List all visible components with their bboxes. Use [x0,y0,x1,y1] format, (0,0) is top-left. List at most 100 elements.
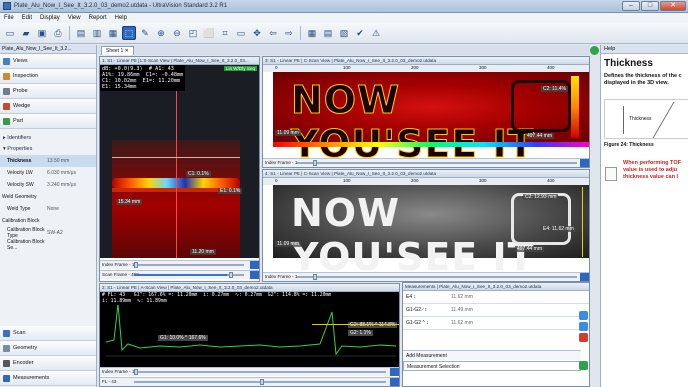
cursor-tool-icon[interactable]: ⬚ [122,26,136,40]
cscan2-index-frame[interactable]: Index Frame - 1 [263,272,589,281]
zoom-rect-icon[interactable]: ◰ [186,26,200,40]
ascan-index-slider[interactable] [134,369,138,375]
table-view-icon[interactable]: ▤ [321,26,335,40]
help-warning: When performing TOF value is used to adj… [623,160,681,180]
prop-weld-geometry[interactable]: Weld Geometry [0,191,96,203]
prop-calibration-block[interactable]: Calibration Block [0,215,96,227]
probe-icon [3,87,10,95]
layout-grid-icon[interactable]: ▥ [90,26,104,40]
layout-icon[interactable]: ▤ [74,26,88,40]
nav-probe[interactable]: Probe [0,84,96,99]
measurement-selection-dropdown[interactable]: Measurement Selection [403,361,581,371]
grid-view-icon[interactable]: ▦ [305,26,319,40]
nav-scan[interactable]: Scan [0,326,96,341]
inspection-icon [3,72,10,80]
menu-bar: File Edit Display View Report Help [0,13,688,23]
measurements-title: Measurements | Plate_Alu_Now_I_See_It_3.… [403,283,589,291]
ascan-index-frame[interactable]: Index Frame - 1 [100,367,399,376]
nav-geometry[interactable]: Geometry [0,341,96,356]
close-button[interactable]: ✕ [660,1,686,11]
minimize-button[interactable]: – [622,1,640,11]
cscan1-top-ruler: 0 100 200 300 400 [263,65,589,72]
cscan1-index-go[interactable] [580,159,589,167]
help-figure-caption: Figure 24: Thickness [604,142,654,148]
sscan-scan-slider[interactable] [229,272,233,278]
nav-inspection[interactable]: Inspection [0,69,96,84]
menu-help[interactable]: Help [115,15,127,21]
ascan-index-go[interactable] [390,368,399,376]
move-up-icon[interactable] [579,311,588,320]
ascan-gate-g2[interactable] [312,324,399,325]
menu-report[interactable]: Report [89,15,107,21]
tab-sheet-1[interactable]: Sheet 1 ✕ [101,46,134,55]
layout-split-icon[interactable]: ▦ [106,26,120,40]
prop-weld-type[interactable]: Weld Type None [0,203,96,215]
sheet-tabstrip: Sheet 1 ✕ [98,45,590,55]
measurement-row[interactable]: E4 ↕ 11.62 mm [403,291,589,304]
zoom-in-icon[interactable]: ⊕ [154,26,168,40]
prop-calibration-block-type[interactable]: Calibration Block Type SW-A2 [0,227,96,239]
sscan-scan-go[interactable] [250,271,259,279]
nav-measurements[interactable]: Measurements [0,371,96,386]
sscan-index-go[interactable] [250,261,259,269]
add-measurement-button[interactable]: Add Measurement [403,350,581,360]
move-down-icon[interactable] [579,322,588,331]
menu-edit[interactable]: Edit [22,15,32,21]
arrow-right-icon[interactable]: ⇨ [282,26,296,40]
sscan-view: 1: S1 - Linear PE [1:S-Scan View | Plate… [99,56,260,282]
cscan2-index-slider[interactable] [313,274,317,280]
measurement-row[interactable]: G1-G2 ∕ ↕ 11.49 mm [403,304,589,317]
print-icon[interactable]: ⎙ [51,26,65,40]
ascan-g1-label: G1: 10.0% ^ 167.6% [158,335,208,341]
cscan1-canvas[interactable]: NOW YOU'SEE IT [273,72,589,167]
new-file-icon[interactable]: ▭ [3,26,17,40]
nav-wedge[interactable]: Wedge [0,99,96,114]
add-measurement-icon[interactable] [579,361,588,370]
warning-icon[interactable]: ⚠ [369,26,383,40]
cscan1-index-slider[interactable] [313,160,317,166]
views-icon [3,57,10,65]
open-file-icon[interactable]: ▰ [19,26,33,40]
cscan2-e4-label: E4: 11.62 mm [541,226,576,232]
sscan-index-frame[interactable]: Index Frame - 1 [100,260,259,269]
properties-section[interactable]: ▾ Properties [0,144,96,155]
sscan-canvas[interactable] [100,65,259,258]
nav-views[interactable]: Views [0,54,96,69]
ruler-icon[interactable]: ▭ [234,26,248,40]
arrow-icon[interactable]: ⇦ [266,26,280,40]
prop-velocity-lw[interactable]: Velocity LW 6.030 mm/μs [0,167,96,179]
move-icon[interactable]: ✥ [250,26,264,40]
measurement-row[interactable]: G1-G2 ^ ↕ 11.62 mm [403,317,589,330]
delete-measurement-icon[interactable] [579,333,588,342]
cscan2-index-go[interactable] [580,273,589,281]
ascan-fl-slider[interactable] [260,379,264,385]
cscan1-left-label: 11.09 mm [275,130,301,136]
cscan2-right-label: 497.44 mm [515,246,545,252]
prop-velocity-sw[interactable]: Velocity SW 3.240 mm/μs [0,179,96,191]
ascan-fl-go[interactable] [390,378,399,386]
maximize-button[interactable]: □ [641,1,659,11]
main-toolbar: ▭ ▰ ▣ ⎙ ▤ ▥ ▦ ⬚ ✎ ⊕ ⊖ ◰ ⬜ ⌗ ▭ ✥ ⇦ ⇨ ▦ ▤ … [0,23,688,44]
measurements-panel: Measurements | Plate_Alu_Now_I_See_It_3.… [402,282,590,387]
ascan-fl-row[interactable]: FL - 43 [100,377,399,386]
wrench-icon[interactable]: ✔ [353,26,367,40]
report-icon[interactable]: ▧ [337,26,351,40]
menu-display[interactable]: Display [40,15,60,21]
crop-icon[interactable]: ⌗ [218,26,232,40]
nav-encoder[interactable]: Encoder [0,356,96,371]
panel-toggle-icon[interactable] [590,46,599,55]
zoom-out-icon[interactable]: ⊖ [170,26,184,40]
ascan-g2-label: G2: 88.1% ^ 114.8% [348,322,398,328]
identifiers-section[interactable]: ▸ Identifiers [0,133,96,144]
cscan1-index-frame[interactable]: Index Frame - 1 [263,158,589,167]
sscan-index-slider[interactable] [134,262,138,268]
prop-thickness[interactable]: Thickness 13.50 mm [0,155,96,167]
prop-calibration-block-se[interactable]: Calibration Block Se... [0,239,96,251]
save-icon[interactable]: ▣ [35,26,49,40]
menu-file[interactable]: File [4,15,14,21]
sscan-scan-frame[interactable]: Scan Frame - 498 [100,270,259,279]
select-area-icon[interactable]: ⬜ [202,26,216,40]
nav-part[interactable]: Part [0,114,96,129]
pencil-icon[interactable]: ✎ [138,26,152,40]
menu-view[interactable]: View [68,15,81,21]
